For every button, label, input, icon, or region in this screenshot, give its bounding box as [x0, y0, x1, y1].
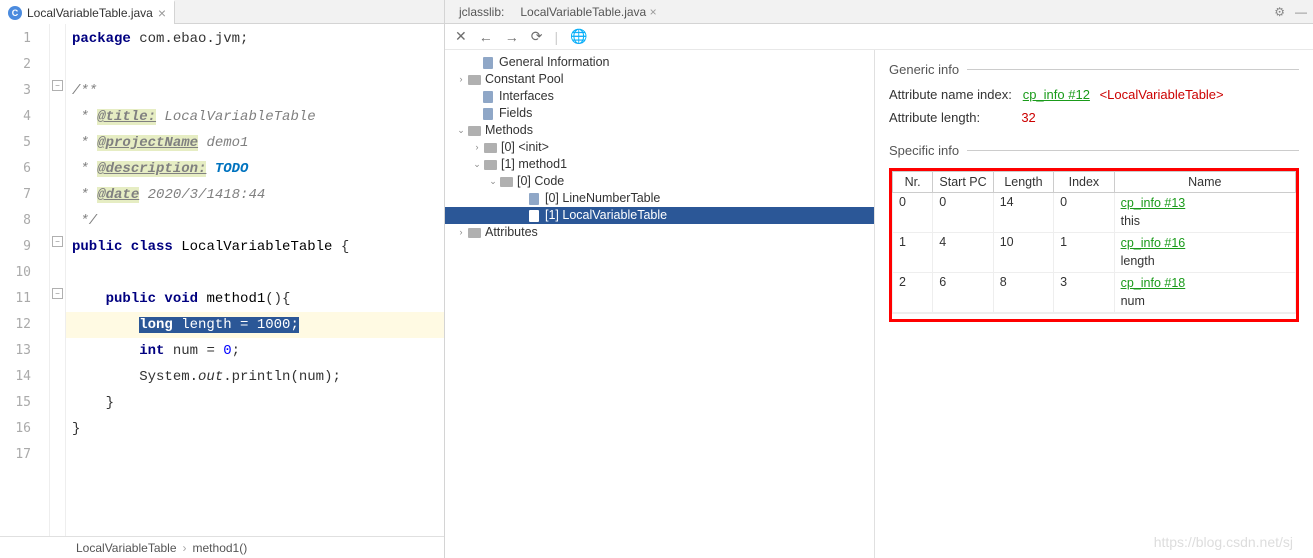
- folder-icon: [468, 126, 481, 136]
- right-tab-bar: jclasslib: LocalVariableTable.java × ⚙ —: [445, 0, 1313, 24]
- cp-link[interactable]: cp_info #16: [1121, 236, 1186, 250]
- table-header: Length: [993, 172, 1053, 193]
- code-line[interactable]: long length = 1000;: [66, 312, 444, 338]
- code-line[interactable]: * @projectName demo1: [66, 130, 444, 156]
- editor-tab[interactable]: C LocalVariableTable.java ×: [0, 0, 175, 24]
- tree-node[interactable]: Interfaces: [445, 88, 874, 105]
- cp-link[interactable]: cp_info #13: [1121, 196, 1186, 210]
- file-icon: [529, 210, 539, 222]
- folder-icon: [468, 75, 481, 85]
- attr-name-desc: <LocalVariableTable>: [1100, 87, 1224, 102]
- chevron-right-icon: ›: [183, 541, 187, 555]
- table-row[interactable]: 2683cp_info #18num: [893, 273, 1296, 313]
- tree-node[interactable]: ⌄[1] method1: [445, 156, 874, 173]
- code-line[interactable]: */: [66, 208, 444, 234]
- folder-icon: [468, 228, 481, 238]
- code-line[interactable]: public class LocalVariableTable {: [66, 234, 444, 260]
- code-line[interactable]: * @date 2020/3/1418:44: [66, 182, 444, 208]
- tree-node[interactable]: [0] LineNumberTable: [445, 190, 874, 207]
- breadcrumb-class[interactable]: LocalVariableTable: [76, 541, 177, 555]
- close-icon[interactable]: ×: [650, 5, 657, 19]
- code-line[interactable]: * @description: TODO: [66, 156, 444, 182]
- code-line[interactable]: [66, 52, 444, 78]
- tree-node[interactable]: ⌄[0] Code: [445, 173, 874, 190]
- tree-node[interactable]: ⌄Methods: [445, 122, 874, 139]
- cp-link[interactable]: cp_info #18: [1121, 276, 1186, 290]
- code-line[interactable]: }: [66, 390, 444, 416]
- table-header: Nr.: [893, 172, 933, 193]
- file-icon: [483, 108, 493, 120]
- tree-node[interactable]: ›Constant Pool: [445, 71, 874, 88]
- table-row[interactable]: 00140cp_info #13this: [893, 193, 1296, 233]
- back-icon[interactable]: ←: [479, 29, 493, 45]
- jclasslib-panel: jclasslib: LocalVariableTable.java × ⚙ —…: [445, 0, 1313, 558]
- tab-jclasslib[interactable]: jclasslib:: [451, 0, 512, 24]
- fold-marker[interactable]: −: [52, 236, 63, 247]
- code-line[interactable]: [66, 260, 444, 286]
- file-icon: [483, 91, 493, 103]
- breadcrumb: LocalVariableTable › method1(): [0, 536, 444, 558]
- jclasslib-toolbar: ✕ ← → ⟳ | 🌐: [445, 24, 1313, 50]
- forward-icon[interactable]: →: [505, 29, 519, 45]
- file-icon: [483, 57, 493, 69]
- attr-len-value: 32: [1021, 110, 1035, 125]
- attr-name-link[interactable]: cp_info #12: [1023, 87, 1090, 102]
- close-icon[interactable]: ✕: [455, 28, 467, 45]
- folder-icon: [500, 177, 513, 187]
- folder-icon: [484, 160, 497, 170]
- folder-icon: [484, 143, 497, 153]
- tab-file[interactable]: LocalVariableTable.java ×: [512, 0, 664, 24]
- table-row[interactable]: 14101cp_info #16length: [893, 233, 1296, 273]
- breadcrumb-method[interactable]: method1(): [193, 541, 248, 555]
- attr-len-label: Attribute length:: [889, 110, 980, 125]
- editor-tab-bar: C LocalVariableTable.java ×: [0, 0, 444, 24]
- fold-marker[interactable]: −: [52, 80, 63, 91]
- tree-node[interactable]: [1] LocalVariableTable: [445, 207, 874, 224]
- code-line[interactable]: package com.ebao.jvm;: [66, 26, 444, 52]
- code-line[interactable]: }: [66, 416, 444, 442]
- editor-tab-label: LocalVariableTable.java: [27, 6, 153, 20]
- tree-node[interactable]: Fields: [445, 105, 874, 122]
- java-class-icon: C: [8, 6, 22, 20]
- code-lines[interactable]: package com.ebao.jvm; /** * @title: Local…: [66, 24, 444, 536]
- tree-node[interactable]: ›[0] <init>: [445, 139, 874, 156]
- table-header: Start PC: [933, 172, 993, 193]
- fold-marker[interactable]: −: [52, 288, 63, 299]
- table-header: Index: [1054, 172, 1114, 193]
- code-line[interactable]: int num = 0;: [66, 338, 444, 364]
- close-icon[interactable]: ×: [158, 5, 166, 21]
- code-line[interactable]: /**: [66, 78, 444, 104]
- specific-info-title: Specific info: [889, 143, 959, 158]
- info-panel: Generic info Attribute name index: cp_in…: [875, 50, 1313, 558]
- tree-node[interactable]: ›Attributes: [445, 224, 874, 241]
- class-tree[interactable]: General Information›Constant PoolInterfa…: [445, 50, 875, 558]
- generic-info-title: Generic info: [889, 62, 959, 77]
- watermark: https://blog.csdn.net/sj: [1154, 534, 1293, 550]
- code-line[interactable]: public void method1(){: [66, 286, 444, 312]
- localvar-table-highlight: Nr.Start PCLengthIndexName 00140cp_info …: [889, 168, 1299, 322]
- minimize-icon[interactable]: —: [1295, 5, 1307, 19]
- fold-column: − − −: [50, 24, 66, 536]
- code-line[interactable]: * @title: LocalVariableTable: [66, 104, 444, 130]
- code-line[interactable]: System.out.println(num);: [66, 364, 444, 390]
- file-icon: [529, 193, 539, 205]
- gear-icon[interactable]: ⚙: [1274, 5, 1285, 19]
- code-editor[interactable]: 1234567891011121314151617 − − − package …: [0, 24, 444, 536]
- globe-icon[interactable]: 🌐: [570, 28, 587, 45]
- table-header: Name: [1114, 172, 1295, 193]
- localvar-table: Nr.Start PCLengthIndexName 00140cp_info …: [892, 171, 1296, 313]
- editor-panel: C LocalVariableTable.java × 123456789101…: [0, 0, 445, 558]
- attr-name-label: Attribute name index:: [889, 87, 1012, 102]
- line-gutter: 1234567891011121314151617: [0, 24, 50, 536]
- tree-node[interactable]: General Information: [445, 54, 874, 71]
- code-line[interactable]: [66, 442, 444, 468]
- refresh-icon[interactable]: ⟳: [531, 28, 543, 45]
